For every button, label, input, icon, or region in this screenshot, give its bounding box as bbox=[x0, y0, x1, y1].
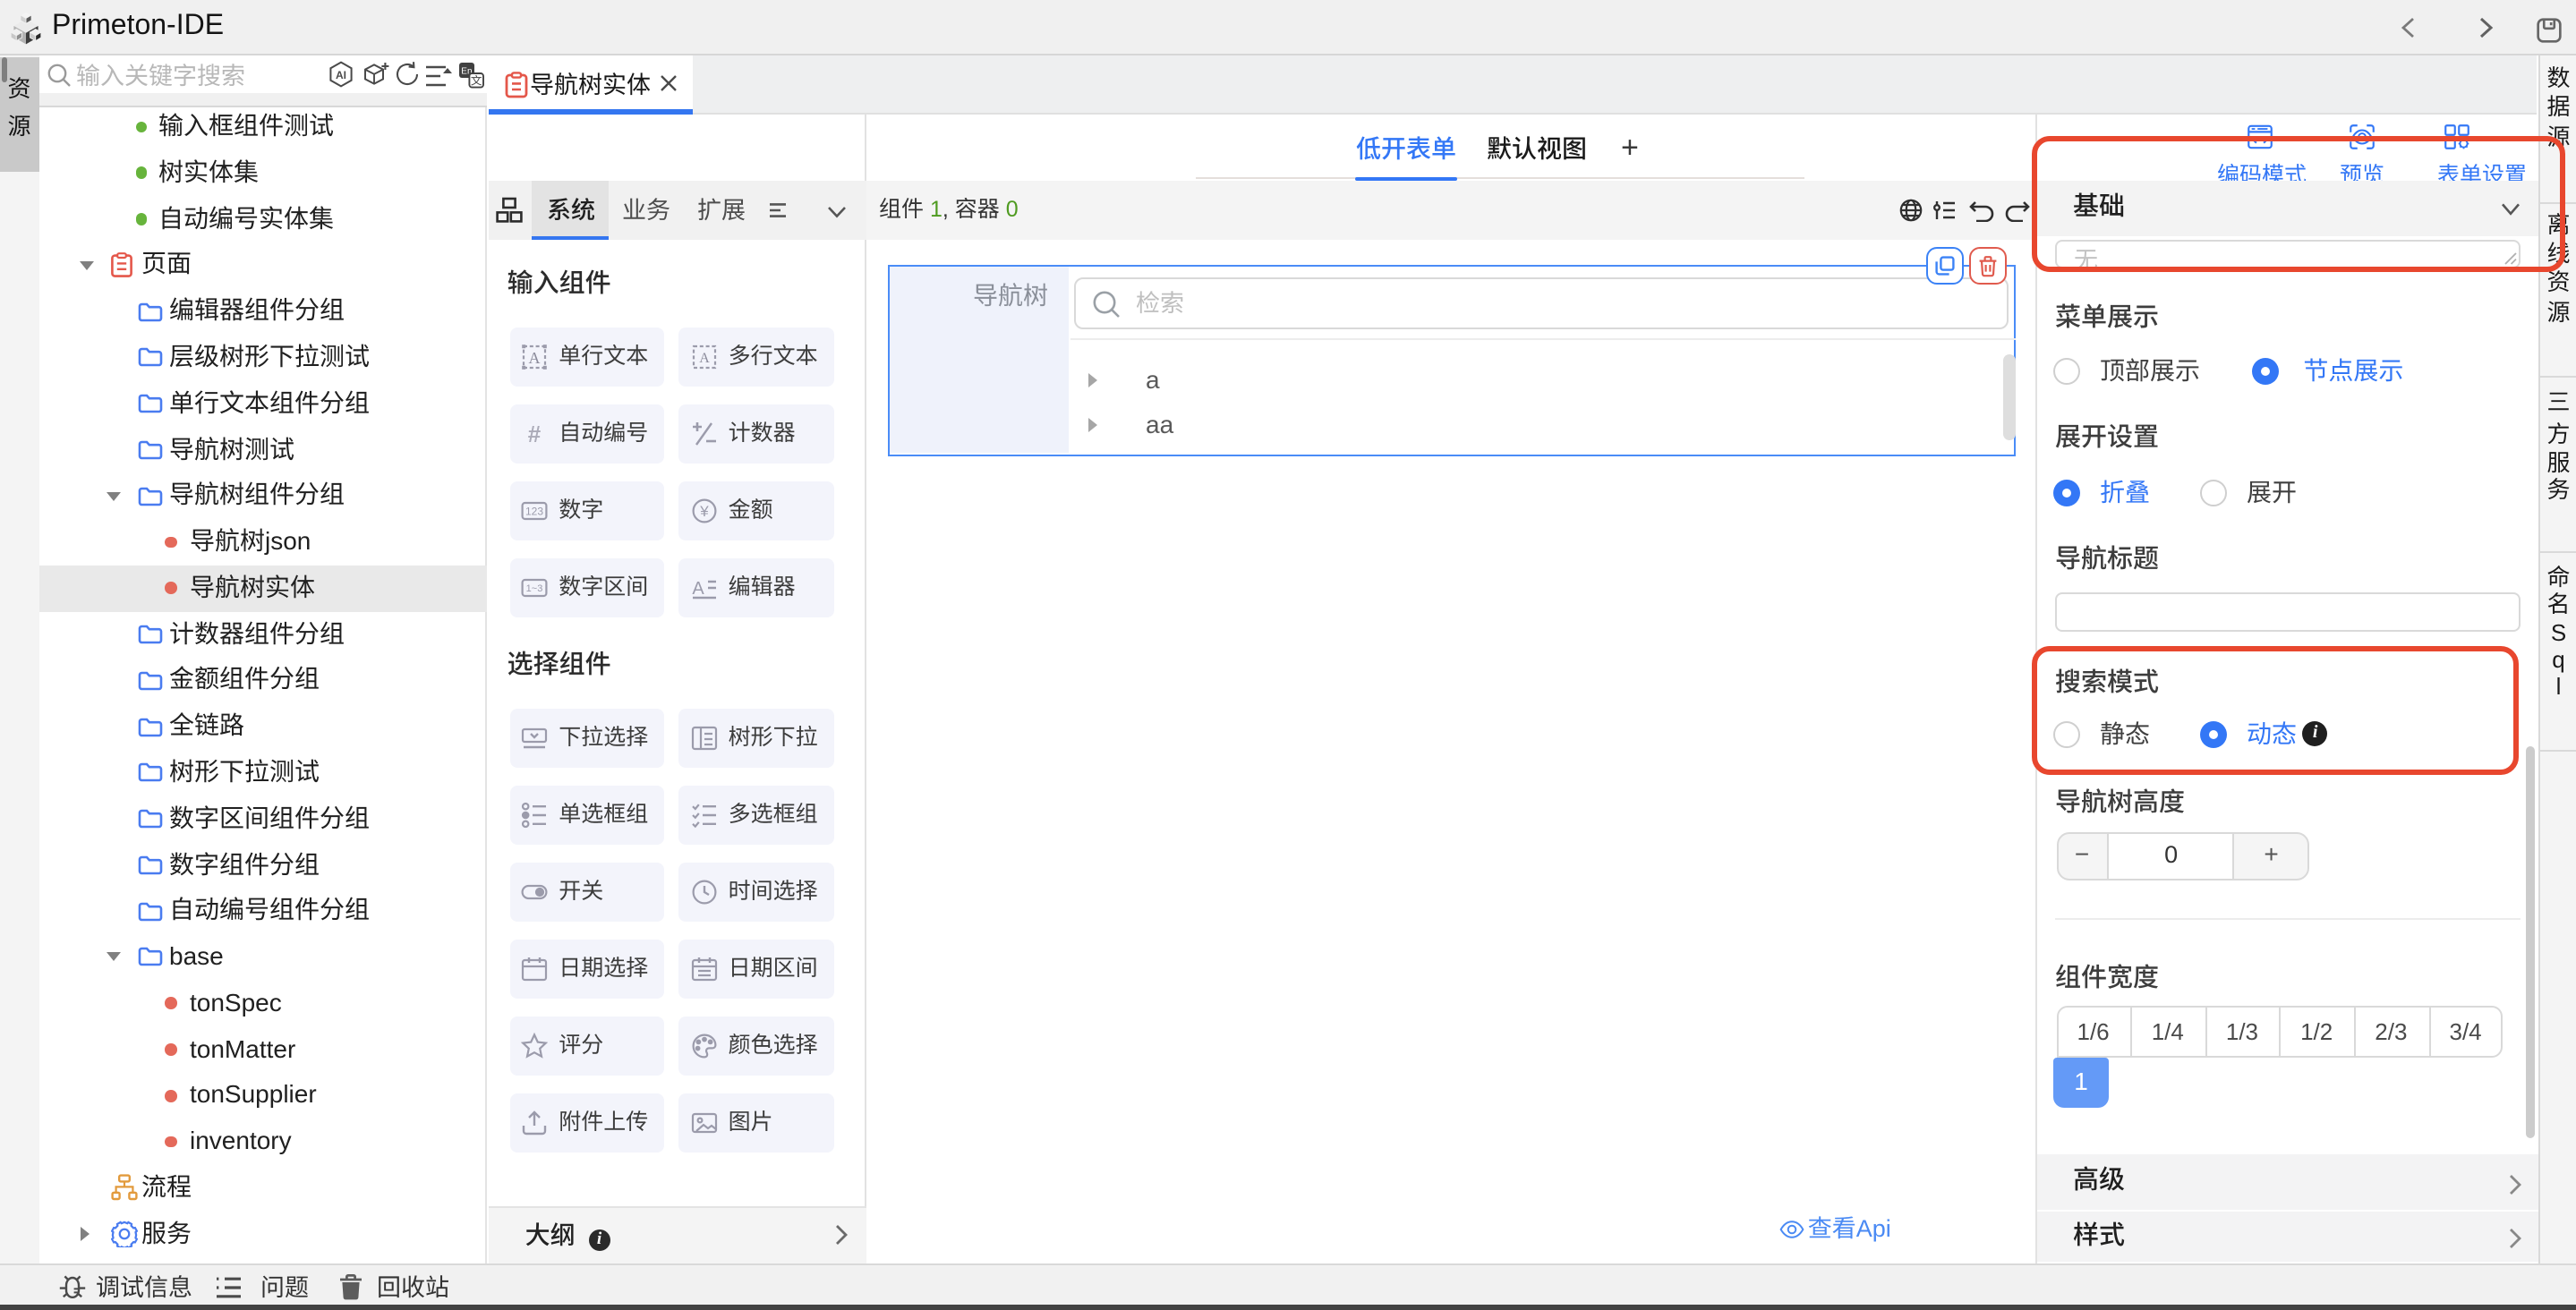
svg-text:文: 文 bbox=[471, 73, 482, 86]
svg-text:A: A bbox=[699, 350, 710, 365]
svg-text:123: 123 bbox=[525, 505, 543, 517]
svg-text:A: A bbox=[529, 348, 541, 366]
svg-text:AI: AI bbox=[337, 69, 347, 81]
svg-text:#: # bbox=[528, 420, 542, 447]
svg-text:1~3: 1~3 bbox=[526, 583, 543, 593]
svg-text:¥: ¥ bbox=[699, 502, 709, 519]
svg-text:A: A bbox=[692, 578, 704, 598]
